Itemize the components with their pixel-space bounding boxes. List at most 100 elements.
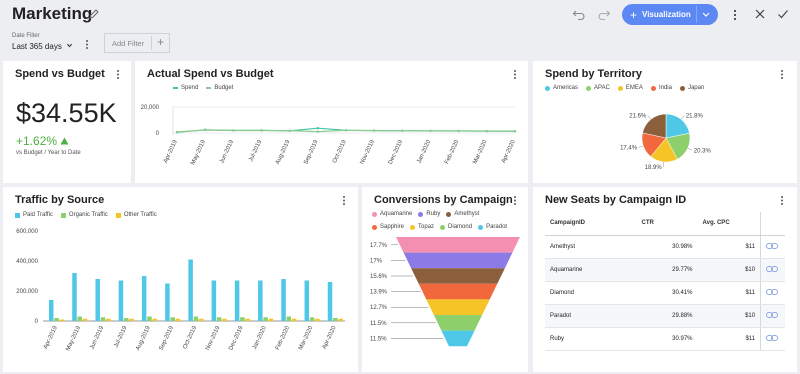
bar xyxy=(338,318,343,321)
check-icon[interactable] xyxy=(777,8,789,20)
x-tick-label: Apr-2019 xyxy=(43,325,59,351)
table-row[interactable]: Diamond 30.41% $11 xyxy=(545,281,785,305)
table-row[interactable]: Paradot 29.88% $10 xyxy=(545,304,785,328)
column-header-label: CampaignID xyxy=(550,220,586,227)
data-point xyxy=(457,129,460,133)
filter-bar: Date Filter Last 365 days Add Filter + xyxy=(0,30,800,58)
edit-pencil-icon[interactable] xyxy=(88,8,100,20)
bar xyxy=(222,318,227,321)
bar xyxy=(268,318,274,321)
x-tick-label: Jul-2019 xyxy=(248,139,263,163)
x-tick-label: Jan-2020 xyxy=(252,325,268,351)
x-tick-label: Aug-2019 xyxy=(275,139,292,166)
table-row[interactable]: Amethyst 30.98% $11 xyxy=(545,235,785,259)
bar xyxy=(100,317,106,321)
chevron-down-icon xyxy=(67,43,73,48)
row-link-icon[interactable] xyxy=(760,258,785,282)
slice-label: 18.9% xyxy=(645,165,663,171)
table-cell-cpc: $10 xyxy=(697,304,761,328)
row-link-icon[interactable] xyxy=(760,235,785,259)
table-cell-cpc: $11 xyxy=(697,235,761,259)
bar xyxy=(49,300,54,321)
bar xyxy=(315,318,320,321)
data-point xyxy=(485,129,489,133)
kpi-caption: vs Budget / Year to Date xyxy=(16,150,81,156)
date-filter-value: Last 365 days xyxy=(12,42,62,51)
bar xyxy=(165,283,170,321)
x-tick-label: Jan-2020 xyxy=(416,139,432,165)
bar xyxy=(240,317,245,321)
visualization-label: Visualization xyxy=(642,10,691,19)
kpi-change: +1.62% xyxy=(16,134,69,148)
bar xyxy=(211,280,217,321)
y-tick-label: 0 xyxy=(156,131,160,137)
chevron-down-icon[interactable] xyxy=(701,10,711,20)
column-header-label: CTR xyxy=(641,220,654,227)
bar xyxy=(291,318,297,321)
top-bar: Marketing + Visualization xyxy=(0,0,800,30)
row-link-icon[interactable] xyxy=(760,304,785,328)
x-tick-label: Nov-2019 xyxy=(360,139,377,166)
slice-label: 17.4% xyxy=(620,145,638,151)
card-options-icon[interactable] xyxy=(115,69,121,80)
table-cell-ctr: 30.98% xyxy=(636,235,698,259)
bar xyxy=(170,317,175,321)
bar xyxy=(304,280,310,321)
y-tick-label: 20,000 xyxy=(141,105,160,111)
bar xyxy=(309,317,315,321)
more-options-icon[interactable] xyxy=(731,8,739,22)
date-filter-dropdown[interactable]: Last 365 days xyxy=(12,42,73,51)
bar xyxy=(333,318,338,321)
data-point xyxy=(203,128,207,132)
slice-label: 21.8% xyxy=(686,114,704,120)
y-tick-label: 200,000 xyxy=(16,289,38,295)
row-link-icon[interactable] xyxy=(760,327,785,351)
x-tick-label: Jun-2019 xyxy=(219,139,235,165)
table-row[interactable]: Ruby 30.97% $11 xyxy=(545,327,785,351)
funnel-chart: 17.7% 17% 15.6% 13.9% 12.7% 11.5% 11.5% xyxy=(370,237,520,347)
column-header[interactable]: Avg. CPC xyxy=(697,212,761,236)
bar xyxy=(198,318,204,321)
x-tick-label: May-2019 xyxy=(190,139,207,166)
redo-icon[interactable] xyxy=(597,7,611,21)
bar xyxy=(72,273,77,321)
bar xyxy=(118,280,124,321)
undo-icon[interactable] xyxy=(572,7,586,21)
add-visualization-button[interactable]: + Visualization xyxy=(622,4,718,25)
table-scroll-column xyxy=(760,212,785,236)
column-header[interactable]: CampaignID xyxy=(545,212,637,236)
bar xyxy=(129,318,134,321)
data-point xyxy=(175,130,179,134)
filter-options-icon[interactable] xyxy=(84,39,90,50)
data-point xyxy=(372,129,376,132)
column-header[interactable]: CTR xyxy=(636,212,698,236)
x-tick-label: Dec-2019 xyxy=(388,139,405,166)
x-tick-label: Jun-2019 xyxy=(89,325,105,351)
bar xyxy=(286,316,292,321)
x-tick-label: Apr-2020 xyxy=(322,325,338,351)
page-title: Marketing xyxy=(12,4,93,23)
bar xyxy=(82,318,88,321)
card-options-icon[interactable] xyxy=(779,195,785,206)
triangle-up-icon xyxy=(60,137,69,145)
label-leader xyxy=(638,145,644,148)
row-link-icon[interactable] xyxy=(760,281,785,305)
funnel-segment xyxy=(433,315,483,331)
bar xyxy=(106,318,111,321)
x-tick-label: Mar-2020 xyxy=(298,325,315,351)
table-cell-ctr: 29.77% xyxy=(636,258,698,282)
bar xyxy=(152,318,158,321)
bar xyxy=(263,317,268,321)
funnel-label: 17.7% xyxy=(370,243,388,249)
data-point xyxy=(288,129,291,132)
card-title: New Seats by Campaign ID xyxy=(545,194,687,206)
close-icon[interactable] xyxy=(754,8,766,20)
x-tick-label: Sep-2019 xyxy=(303,139,320,166)
seats-table: CampaignID CTR Avg. CPC Amethyst 30.98% $1… xyxy=(545,212,785,351)
add-filter-label: Add Filter xyxy=(112,38,145,48)
bar xyxy=(234,280,240,321)
add-filter-button[interactable]: Add Filter + xyxy=(104,33,170,53)
table-row[interactable]: Aquamarine 29.77% $10 xyxy=(545,258,785,282)
data-point xyxy=(401,129,404,132)
traffic-by-source-card: Traffic by Source Paid Traffic Organic Tr… xyxy=(3,187,358,372)
